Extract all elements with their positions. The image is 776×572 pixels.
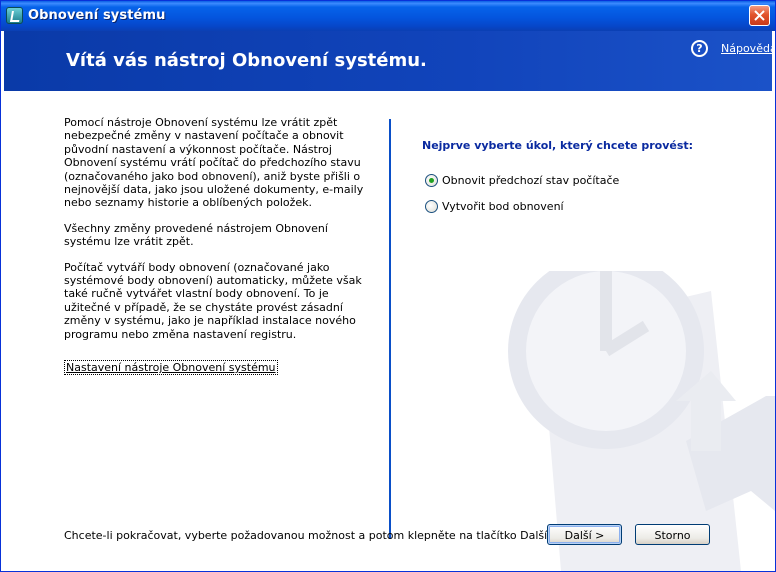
intro-text: Pomocí nástroje Obnovení systému lze vrá… xyxy=(64,116,364,353)
close-button[interactable] xyxy=(749,5,770,26)
clock-watermark-icon xyxy=(508,271,775,571)
title-bar[interactable]: Obnovení systému xyxy=(1,1,775,31)
cancel-button[interactable]: Storno xyxy=(635,524,710,545)
close-icon xyxy=(754,10,765,21)
intro-paragraph-2: Všechny změny provedené nástrojem Obnove… xyxy=(64,221,328,249)
intro-paragraph-1: Pomocí nástroje Obnovení systému lze vrá… xyxy=(64,116,364,210)
next-button[interactable]: Další > xyxy=(547,524,622,545)
radio-button[interactable] xyxy=(425,200,438,213)
vertical-divider xyxy=(389,119,391,539)
task-prompt: Nejprve vyberte úkol, který chcete prové… xyxy=(422,139,694,152)
radio-button-selected[interactable] xyxy=(425,174,438,187)
window-title: Obnovení systému xyxy=(28,8,166,23)
footer-instruction: Chcete-li pokračovat, vyberte požadovano… xyxy=(64,529,551,542)
header-band: Vítá vás nástroj Obnovení systému. ? Náp… xyxy=(4,31,775,91)
radio-label: Vytvořit bod obnovení xyxy=(442,200,564,213)
page-title: Vítá vás nástroj Obnovení systému. xyxy=(66,50,427,71)
radio-label: Obnovit předchozí stav počítače xyxy=(442,174,620,187)
intro-paragraph-3: Počítač vytváří body obnovení (označovan… xyxy=(64,260,362,341)
help-link[interactable]: Nápověda xyxy=(721,42,775,55)
restore-settings-link[interactable]: Nastavení nástroje Obnovení systému xyxy=(64,360,278,375)
help-icon[interactable]: ? xyxy=(691,40,708,57)
system-restore-window: Obnovení systému Vítá vás nástroj Obnove… xyxy=(0,0,776,572)
system-restore-app-icon xyxy=(6,7,23,24)
